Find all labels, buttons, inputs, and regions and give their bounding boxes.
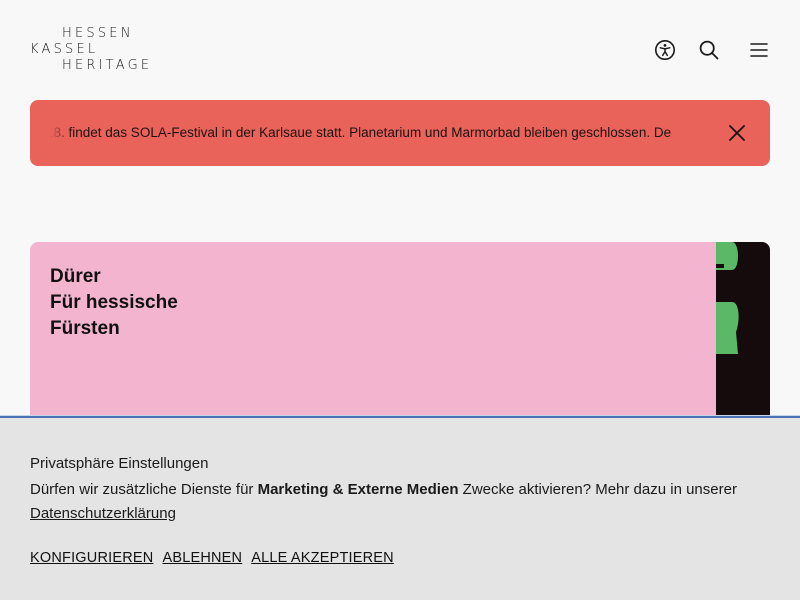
feature-title: Dürer Für hessische Fürsten xyxy=(50,264,178,342)
feature-card[interactable]: Dürer Für hessische Fürsten xyxy=(30,242,770,422)
feature-image xyxy=(716,242,770,422)
consent-title: Privatsphäre Einstellungen xyxy=(30,455,209,472)
consent-text-before: Dürfen wir zusätzliche Dienste für xyxy=(30,481,258,498)
site-logo[interactable]: HESSEN KASSEL HERITAGE xyxy=(30,27,155,73)
consent-text-after: Zwecke aktivieren? Mehr dazu in unserer xyxy=(458,481,737,498)
configure-button[interactable]: KONFIGURIEREN xyxy=(30,550,153,566)
menu-button[interactable] xyxy=(746,37,772,63)
notice-close-button[interactable] xyxy=(724,120,750,146)
consent-text: Dürfen wir zusätzliche Dienste für Marke… xyxy=(30,478,775,526)
search-icon xyxy=(699,40,719,60)
consent-text-bold: Marketing & Externe Medien xyxy=(257,481,459,498)
search-button[interactable] xyxy=(696,37,722,63)
cookie-consent-banner: Privatsphäre Einstellungen Dürfen wir zu… xyxy=(0,416,800,600)
accessibility-button[interactable] xyxy=(652,37,678,63)
decline-button[interactable]: ABLEHNEN xyxy=(162,550,242,566)
menu-icon xyxy=(750,43,768,57)
notice-ticker: 18. findet das SOLA-Festival in der Karl… xyxy=(50,100,720,166)
logo-line-kassel: KASSEL xyxy=(30,42,99,57)
feature-image-graphic xyxy=(716,242,739,354)
accept-all-button[interactable]: ALLE AKZEPTIEREN xyxy=(251,550,394,566)
feature-title-line: Dürer xyxy=(50,266,101,287)
feature-title-line: Für hessische xyxy=(50,292,178,313)
notice-text: 18. findet das SOLA-Festival in der Karl… xyxy=(50,125,672,140)
notice-banner: 18. findet das SOLA-Festival in der Karl… xyxy=(30,100,770,166)
close-icon xyxy=(729,125,745,141)
consent-actions: KONFIGURIEREN ABLEHNEN ALLE AKZEPTIEREN xyxy=(30,550,394,566)
accessibility-icon xyxy=(655,40,675,60)
logo-line-heritage: HERITAGE xyxy=(62,58,153,73)
feature-title-line: Fürsten xyxy=(50,318,120,339)
logo-line-hessen: HESSEN xyxy=(62,26,134,41)
privacy-policy-link[interactable]: Datenschutzerklärung xyxy=(30,505,176,522)
site-header: HESSEN KASSEL HERITAGE xyxy=(0,0,800,100)
